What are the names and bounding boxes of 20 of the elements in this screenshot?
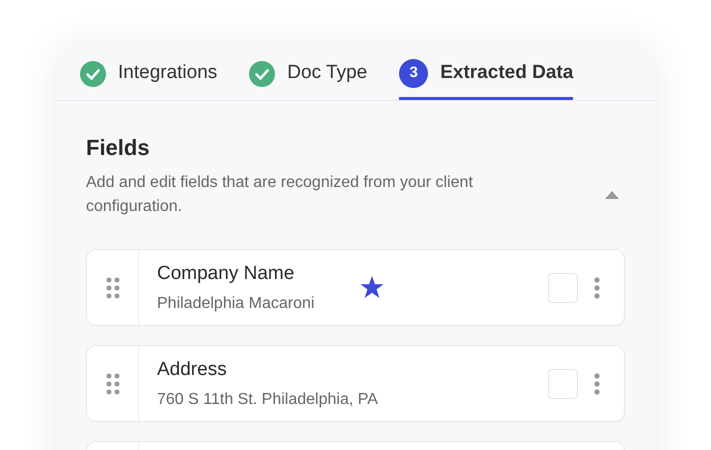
field-name: Company Name	[157, 262, 296, 286]
step-tab[interactable]: 3 Extracted Data	[399, 45, 574, 100]
check-circle-icon	[80, 60, 106, 86]
field-name: Address	[157, 358, 228, 382]
step-tab[interactable]: Integrations	[80, 45, 218, 100]
drag-handle-icon[interactable]	[106, 276, 120, 299]
step-tab[interactable]: Doc Type	[249, 45, 368, 100]
more-options-icon[interactable]	[594, 276, 600, 299]
collapse-caret-icon[interactable]	[605, 191, 619, 199]
section-title: Fields	[86, 135, 151, 162]
step-number: 3	[399, 59, 428, 88]
drag-handle-icon[interactable]	[106, 372, 120, 395]
field-value: Philadelphia Macaroni	[157, 294, 316, 314]
check-circle-icon	[249, 60, 276, 86]
more-options-icon[interactable]	[594, 372, 600, 395]
checkbox[interactable]	[548, 272, 578, 303]
checkbox[interactable]	[548, 368, 578, 399]
star-icon[interactable]	[360, 276, 384, 300]
field-value: 760 S 11th St. Philadelphia, PA	[157, 390, 378, 410]
section-description: Add and edit fields that are recognized from your client configuration.	[86, 173, 474, 218]
